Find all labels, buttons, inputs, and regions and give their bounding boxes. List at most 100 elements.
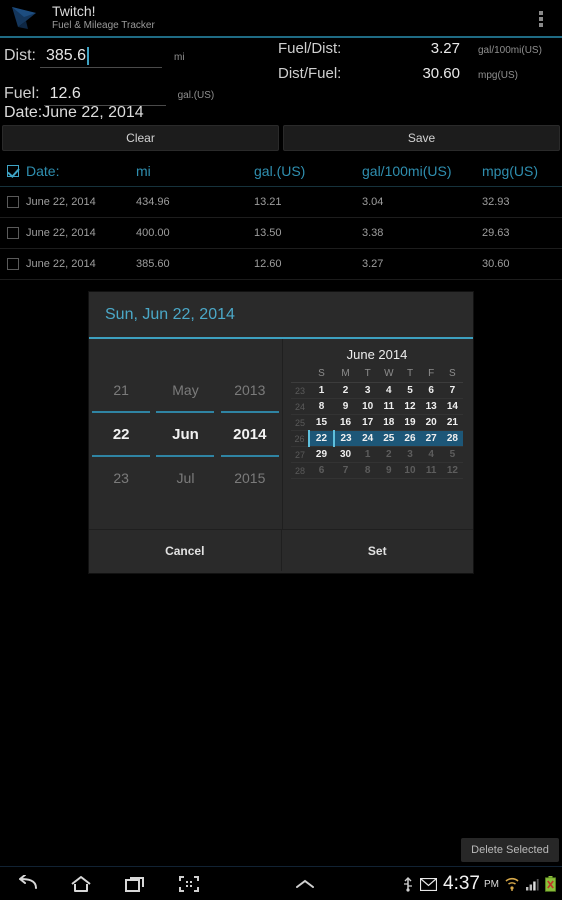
calendar-grid: S M T W T F S 23 1 2 3 4 5 6 7 24 8 9 10… (291, 368, 463, 479)
calendar-day-other-month[interactable]: 11 (421, 463, 442, 479)
year-next-value[interactable]: 2015 (234, 457, 265, 499)
calendar-day[interactable]: 9 (334, 399, 357, 415)
calendar-week-row: 24 8 9 10 11 12 13 14 (291, 399, 463, 415)
fuel-input[interactable]: 12.6 (43, 82, 166, 106)
select-all-checkbox[interactable] (0, 165, 26, 177)
row-checkbox[interactable] (0, 258, 26, 270)
calendar-day[interactable]: 15 (309, 415, 334, 431)
calendar-day[interactable]: 13 (421, 399, 442, 415)
calendar-day-other-month[interactable]: 2 (378, 447, 399, 463)
col-header-mi[interactable]: mi (136, 163, 254, 179)
month-prev-value[interactable]: May (172, 369, 198, 411)
row-checkbox[interactable] (0, 196, 26, 208)
col-header-gal[interactable]: gal.(US) (254, 163, 362, 179)
delete-selected-button[interactable]: Delete Selected (461, 838, 559, 862)
month-current-value[interactable]: Jun (172, 413, 199, 455)
calendar-day-other-month[interactable]: 7 (334, 463, 357, 479)
week-number: 26 (294, 433, 305, 444)
calendar-day-other-month[interactable]: 5 (442, 447, 463, 463)
calendar-day[interactable]: 19 (399, 415, 420, 431)
calendar-day[interactable]: 25 (378, 430, 400, 447)
table-row[interactable]: June 22, 2014 434.96 13.21 3.04 32.93 (0, 187, 562, 218)
dist-input[interactable]: 385.6 (40, 44, 162, 68)
weeknum-header (291, 368, 309, 383)
calendar-day[interactable]: 4 (378, 383, 399, 399)
fuel-nozzle-icon (6, 1, 50, 35)
year-prev-value[interactable]: 2013 (234, 369, 265, 411)
col-header-mpg[interactable]: mpg(US) (482, 163, 552, 179)
calendar-day-other-month[interactable]: 9 (378, 463, 399, 479)
day-spinner[interactable]: 21 22 23 (89, 339, 153, 529)
day-prev-value[interactable]: 21 (113, 369, 129, 411)
calendar-day[interactable]: 18 (378, 415, 399, 431)
day-current-value[interactable]: 22 (113, 413, 130, 455)
chevron-up-icon[interactable] (278, 867, 332, 900)
stats-panel: Fuel/Dist: 3.27 gal/100mi(US) Dist/Fuel:… (278, 40, 542, 90)
calendar-day-other-month[interactable]: 6 (309, 463, 334, 479)
screenshot-capture-icon[interactable] (162, 867, 216, 900)
calendar-weekday-header-row: S M T W T F S (291, 368, 463, 383)
calendar-day[interactable]: 12 (399, 399, 420, 415)
calendar-day-other-month[interactable]: 8 (357, 463, 378, 479)
calendar-day[interactable]: 10 (357, 399, 378, 415)
calendar-day-other-month[interactable]: 10 (399, 463, 420, 479)
calendar-day-other-month[interactable]: 12 (442, 463, 463, 479)
stat-unit-fuel-dist: gal/100mi(US) (478, 45, 542, 56)
cell-gal-per-100mi: 3.38 (362, 227, 384, 239)
calendar-day-other-month[interactable]: 1 (357, 447, 378, 463)
calendar-day[interactable]: 28 (441, 430, 463, 447)
calendar-day[interactable]: 21 (442, 415, 463, 431)
day-next-value[interactable]: 23 (113, 457, 129, 499)
calendar-day-other-month[interactable]: 4 (421, 447, 442, 463)
col-header-gal-per-100mi[interactable]: gal/100mi(US) (362, 163, 482, 179)
date-spinners: 21 22 23 May Jun Jul 2013 2014 2015 (89, 339, 283, 529)
recent-apps-icon[interactable] (108, 867, 162, 900)
calendar-day[interactable]: 24 (357, 430, 379, 447)
form-actions: Clear Save (0, 125, 562, 151)
calendar-day-other-month[interactable]: 3 (399, 447, 420, 463)
entries-table: Date: mi gal.(US) gal/100mi(US) mpg(US) … (0, 156, 562, 280)
calendar-day[interactable]: 30 (334, 447, 357, 463)
year-spinner[interactable]: 2013 2014 2015 (218, 339, 282, 529)
weekday-header: W (384, 368, 394, 379)
month-next-value[interactable]: Jul (177, 457, 195, 499)
calendar-day[interactable]: 6 (421, 383, 442, 399)
calendar-day[interactable]: 27 (420, 430, 442, 447)
app-subtitle: Fuel & Mileage Tracker (52, 20, 155, 31)
table-row[interactable]: June 22, 2014 385.60 12.60 3.27 30.60 (0, 249, 562, 280)
set-button[interactable]: Set (282, 530, 474, 571)
col-header-date[interactable]: Date: (26, 163, 136, 179)
stat-value-fuel-dist: 3.27 (430, 40, 460, 57)
calendar-day[interactable]: 20 (421, 415, 442, 431)
cell-gal-per-100mi: 3.04 (362, 196, 384, 208)
calendar-week-row-selected: 26 22 23 24 25 26 27 28 (291, 430, 463, 447)
cancel-button[interactable]: Cancel (89, 530, 282, 571)
calendar-day[interactable]: 23 (333, 430, 358, 447)
calendar-day[interactable]: 8 (309, 399, 334, 415)
home-icon[interactable] (54, 867, 108, 900)
calendar-day[interactable]: 26 (399, 430, 421, 447)
month-spinner[interactable]: May Jun Jul (153, 339, 217, 529)
calendar-day[interactable]: 14 (442, 399, 463, 415)
overflow-menu-icon[interactable] (530, 8, 552, 30)
calendar-day[interactable]: 17 (357, 415, 378, 431)
calendar-day[interactable]: 5 (399, 383, 420, 399)
back-arrow-icon[interactable] (0, 867, 54, 900)
calendar-day[interactable]: 16 (334, 415, 357, 431)
save-button[interactable]: Save (283, 125, 560, 151)
row-checkbox[interactable] (0, 227, 26, 239)
calendar-day[interactable]: 1 (309, 383, 334, 399)
calendar-day-selected[interactable]: 22 (308, 430, 335, 447)
table-row[interactable]: June 22, 2014 400.00 13.50 3.38 29.63 (0, 218, 562, 249)
app-screen: Twitch! Fuel & Mileage Tracker Dist: 385… (0, 0, 562, 900)
calendar-day[interactable]: 3 (357, 383, 378, 399)
calendar-day[interactable]: 29 (309, 447, 334, 463)
calendar-day[interactable]: 11 (378, 399, 399, 415)
calendar-day[interactable]: 2 (334, 383, 357, 399)
week-number: 24 (294, 401, 305, 412)
year-current-value[interactable]: 2014 (233, 413, 266, 455)
cell-gal: 12.60 (254, 258, 282, 270)
date-display-row[interactable]: Date:June 22, 2014 (4, 104, 144, 122)
calendar-day[interactable]: 7 (442, 383, 463, 399)
clear-button[interactable]: Clear (2, 125, 279, 151)
